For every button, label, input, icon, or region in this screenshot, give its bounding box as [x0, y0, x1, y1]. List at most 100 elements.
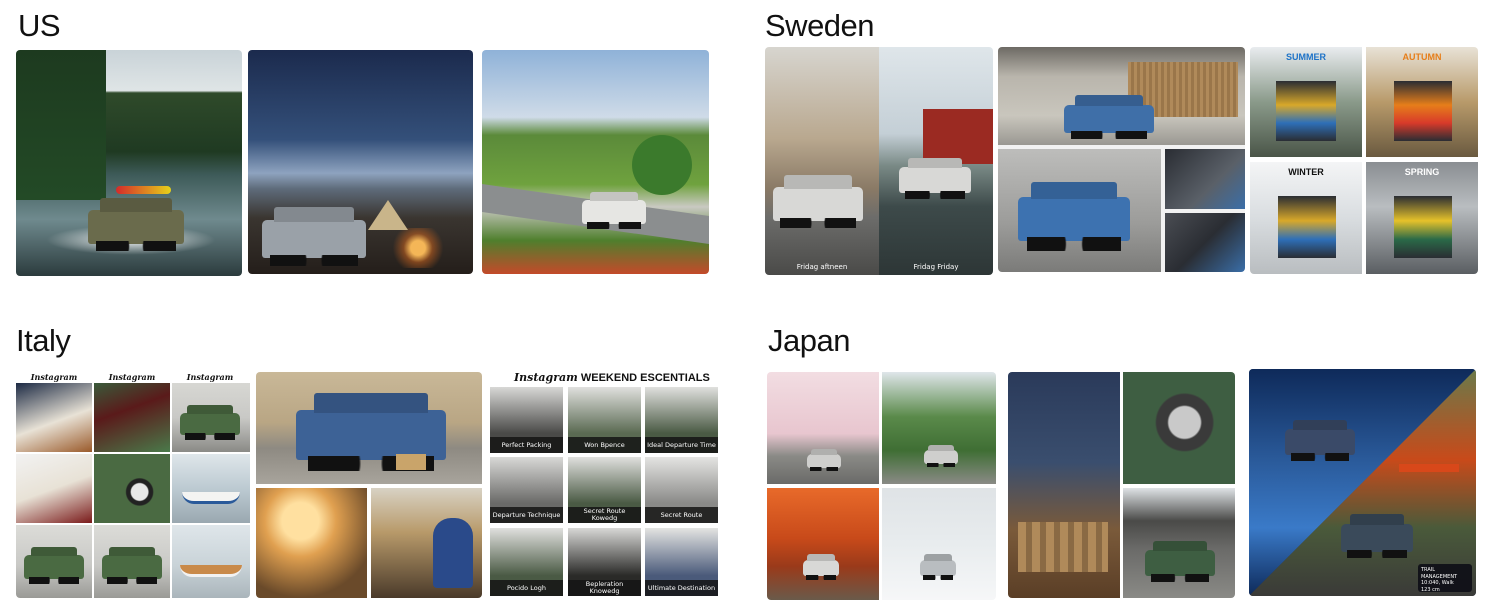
- grid-photo-suv-side: [94, 525, 170, 598]
- grid-photo-wine-pour: [16, 454, 92, 523]
- weekend-item-2: Won Bpence: [568, 387, 641, 453]
- weekend-item-7: Pocido Logh: [490, 528, 563, 596]
- tree: [632, 135, 692, 195]
- instagram-label-1: Instagram: [30, 372, 78, 382]
- season-autumn-label: AUTUMN: [1402, 52, 1442, 62]
- weekend-title: WEEKEND ESCENTIALS: [580, 372, 710, 384]
- season-autumn-photo: AUTUMN: [1366, 47, 1478, 157]
- japan-panel-seasons[interactable]: [767, 372, 996, 600]
- japan-panel-craftsman[interactable]: [1008, 372, 1235, 598]
- vehicle: [88, 210, 184, 252]
- season-winter-photo: WINTER: [1250, 162, 1362, 274]
- vehicle: [24, 555, 84, 585]
- instagram-label-3: Instagram: [186, 372, 234, 382]
- kayak: [116, 186, 171, 194]
- japan-panel-city-trail[interactable]: TRAIL MANAGEMENT 10:040, Walk 123 cm: [1249, 369, 1476, 596]
- person: [433, 518, 473, 588]
- weekend-item-label: Won Bpence: [568, 437, 641, 453]
- weekend-instagram-label: Instagram: [514, 371, 578, 384]
- vehicle: [1064, 105, 1154, 140]
- caption-friday-friday: Fridag Friday: [913, 263, 959, 271]
- mountain-road: [882, 372, 996, 484]
- weekend-item-1: Perfect Packing: [490, 387, 563, 453]
- vehicle: [296, 410, 446, 471]
- campfire-glow: [388, 228, 448, 268]
- boat: [182, 492, 240, 504]
- picnic-basket: [396, 454, 426, 470]
- interior-detail-top: [1165, 149, 1245, 209]
- weekend-item-label: Perfect Packing: [490, 437, 563, 453]
- hud-title: TRAIL MANAGEMENT: [1421, 567, 1458, 580]
- modern-building-photo: [998, 47, 1245, 145]
- weekend-item-3: Ideal Departure Time: [645, 387, 718, 453]
- cherry-blossom-road: [767, 372, 879, 484]
- vehicle: [102, 555, 162, 585]
- aperitivo-photo-left: [256, 488, 367, 598]
- region-title-italy: Italy: [16, 323, 71, 358]
- sweden-panel-architecture[interactable]: [998, 47, 1245, 272]
- weekend-header: Instagram WEEKEND ESCENTIALS: [514, 371, 710, 384]
- autumn-road: [767, 488, 879, 600]
- region-title-japan: Japan: [768, 323, 850, 358]
- vehicle: [1285, 429, 1355, 461]
- vehicle: [1018, 197, 1130, 251]
- tent: [368, 200, 408, 230]
- vehicle: [773, 187, 863, 229]
- grid-photo-boat: [172, 454, 250, 523]
- us-photo-river-crossing[interactable]: [16, 50, 242, 276]
- vehicle: [180, 413, 240, 440]
- weekend-item-5: Secret Route Kowedg: [568, 457, 641, 523]
- hud-line-2: 123 cm: [1421, 586, 1440, 593]
- grid-photo-green-suv: [172, 383, 250, 452]
- grid-photo-wooden-boat: [172, 525, 250, 598]
- grid-photo-wine-bottles: [94, 383, 170, 452]
- weekend-item-label: Ideal Departure Time: [645, 437, 718, 453]
- wooden-tools: [1018, 522, 1108, 572]
- trail-management-hud: TRAIL MANAGEMENT 10:040, Walk 123 cm: [1418, 564, 1472, 593]
- grid-photo-headlight: [94, 454, 170, 523]
- gear: [1394, 196, 1452, 258]
- lakehouse-photo: Fridag Friday: [879, 47, 993, 275]
- concrete-wall-photo: [998, 149, 1161, 272]
- aperitivo-photo-right: [371, 488, 482, 598]
- vehicle: [899, 167, 971, 199]
- grid-photo-leather-craft: [16, 383, 92, 452]
- city-street-photo: Fridag aftneen: [765, 47, 879, 275]
- temple-photo: [1123, 488, 1235, 598]
- forest-shape: [16, 50, 106, 200]
- season-winter-label: WINTER: [1288, 167, 1324, 177]
- torii-gate: [1399, 464, 1459, 472]
- season-spring-photo: SPRING: [1366, 162, 1478, 274]
- weekend-item-4: Departure Technique: [490, 457, 563, 523]
- vehicle: [807, 454, 841, 472]
- red-house: [923, 109, 993, 164]
- instagram-label-2: Instagram: [108, 372, 156, 382]
- italy-panel-weekend-essentials[interactable]: Instagram WEEKEND ESCENTIALS Perfect Pac…: [488, 368, 720, 598]
- season-summer-photo: SUMMER: [1250, 47, 1362, 157]
- vehicle: [1341, 524, 1413, 559]
- weekend-item-6: Secret Route: [645, 457, 718, 523]
- interior-detail-bottom: [1165, 213, 1245, 272]
- vehicle: [920, 560, 956, 580]
- italy-panel-piazza[interactable]: [256, 372, 482, 598]
- sweden-panel-friday[interactable]: Fridag aftneen Fridag Friday: [765, 47, 993, 275]
- weekend-item-label: Departure Technique: [490, 507, 563, 523]
- weekend-item-9: Ultimate Destination: [645, 528, 718, 596]
- weekend-item-label: Pocido Logh: [490, 580, 563, 596]
- weekend-item-8: Bepleration Knowedg: [568, 528, 641, 596]
- weekend-item-label: Secret Route Kowedg: [568, 507, 641, 523]
- gear: [1278, 196, 1336, 258]
- vehicle: [803, 560, 839, 580]
- vehicle: [1145, 550, 1215, 582]
- craftsman-photo: [1008, 372, 1120, 598]
- door-handle-detail: [1123, 372, 1235, 484]
- sweden-panel-seasons[interactable]: SUMMER AUTUMN WINTER SPRING: [1250, 47, 1478, 274]
- piazza-photo: [256, 372, 482, 484]
- season-summer-label: SUMMER: [1286, 52, 1326, 62]
- season-spring-label: SPRING: [1404, 167, 1440, 177]
- italy-panel-instagram-grid[interactable]: Instagram Instagram Instagram: [16, 370, 250, 598]
- us-photo-country-road[interactable]: [482, 50, 709, 274]
- vehicle: [924, 450, 958, 468]
- region-title-us: US: [18, 8, 61, 43]
- us-photo-beach-campfire[interactable]: [248, 50, 473, 274]
